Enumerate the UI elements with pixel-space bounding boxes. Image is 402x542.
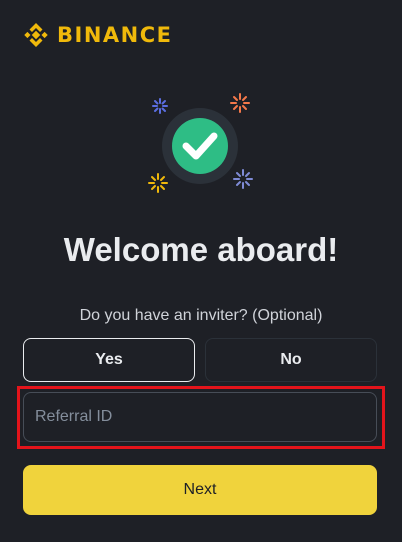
no-button[interactable]: No bbox=[205, 338, 377, 382]
page-title: Welcome aboard! bbox=[63, 231, 339, 268]
binance-logo-icon bbox=[24, 23, 48, 47]
next-button[interactable]: Next bbox=[23, 465, 377, 515]
success-illustration bbox=[140, 86, 260, 206]
binance-logo: BINANCE bbox=[23, 22, 172, 48]
sparkle-icon bbox=[233, 169, 253, 189]
yes-button[interactable]: Yes bbox=[23, 338, 195, 382]
next-button-label: Next bbox=[183, 481, 217, 498]
sparkle-icon bbox=[230, 93, 250, 113]
brand-name: BINANCE bbox=[57, 23, 173, 47]
checkmark-success-icon bbox=[148, 93, 253, 193]
referral-id-input[interactable] bbox=[23, 392, 377, 442]
no-button-label: No bbox=[280, 351, 302, 368]
yes-button-label: Yes bbox=[95, 351, 123, 368]
inviter-question: Do you have an inviter? (Optional) bbox=[79, 307, 323, 324]
sparkle-icon bbox=[148, 173, 168, 193]
sparkle-icon bbox=[152, 98, 168, 114]
